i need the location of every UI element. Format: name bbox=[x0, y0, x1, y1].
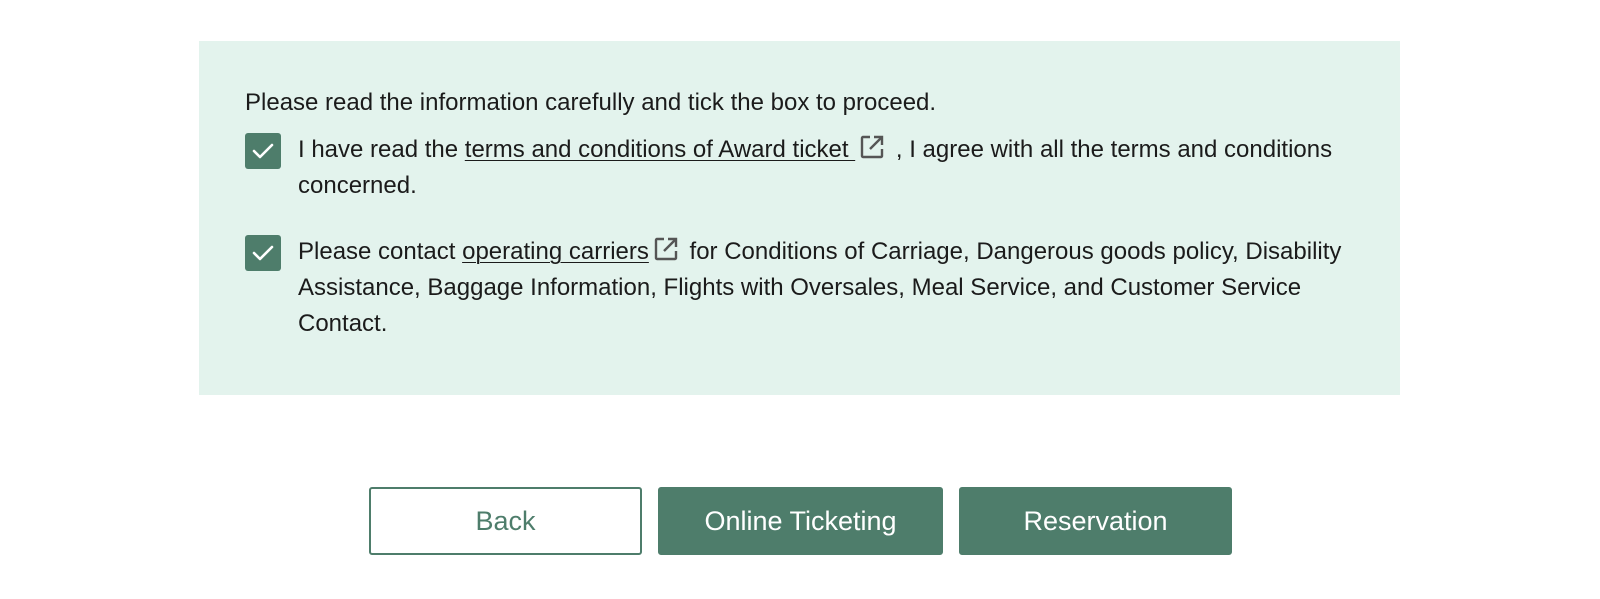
external-link-icon[interactable] bbox=[653, 236, 679, 262]
notice-intro: Please read the information carefully an… bbox=[245, 89, 937, 116]
terms-agreement-checkbox[interactable] bbox=[245, 133, 281, 169]
check-icon bbox=[252, 245, 274, 261]
check-icon bbox=[252, 143, 274, 159]
carriers-contact-text: Please contact operating carriers for Co… bbox=[298, 234, 1350, 342]
terms-agreement-text: I have read the terms and conditions of … bbox=[298, 132, 1350, 204]
carriers-contact-prefix: Please contact bbox=[298, 238, 463, 265]
terms-notice-panel: Please read the information carefully an… bbox=[199, 41, 1400, 395]
operating-carriers-link[interactable]: operating carriers bbox=[462, 238, 649, 265]
back-button[interactable]: Back bbox=[369, 487, 642, 555]
reservation-button[interactable]: Reservation bbox=[959, 487, 1232, 555]
terms-agreement-prefix: I have read the bbox=[298, 136, 465, 163]
external-link-icon[interactable] bbox=[859, 134, 885, 160]
terms-agreement-row: I have read the terms and conditions of … bbox=[245, 132, 1354, 204]
action-buttons: Back Online Ticketing Reservation bbox=[369, 487, 1232, 555]
award-ticket-terms-link[interactable]: terms and conditions of Award ticket bbox=[465, 136, 855, 163]
carriers-contact-row: Please contact operating carriers for Co… bbox=[245, 234, 1354, 342]
online-ticketing-button[interactable]: Online Ticketing bbox=[658, 487, 943, 555]
carriers-contact-checkbox[interactable] bbox=[245, 235, 281, 271]
